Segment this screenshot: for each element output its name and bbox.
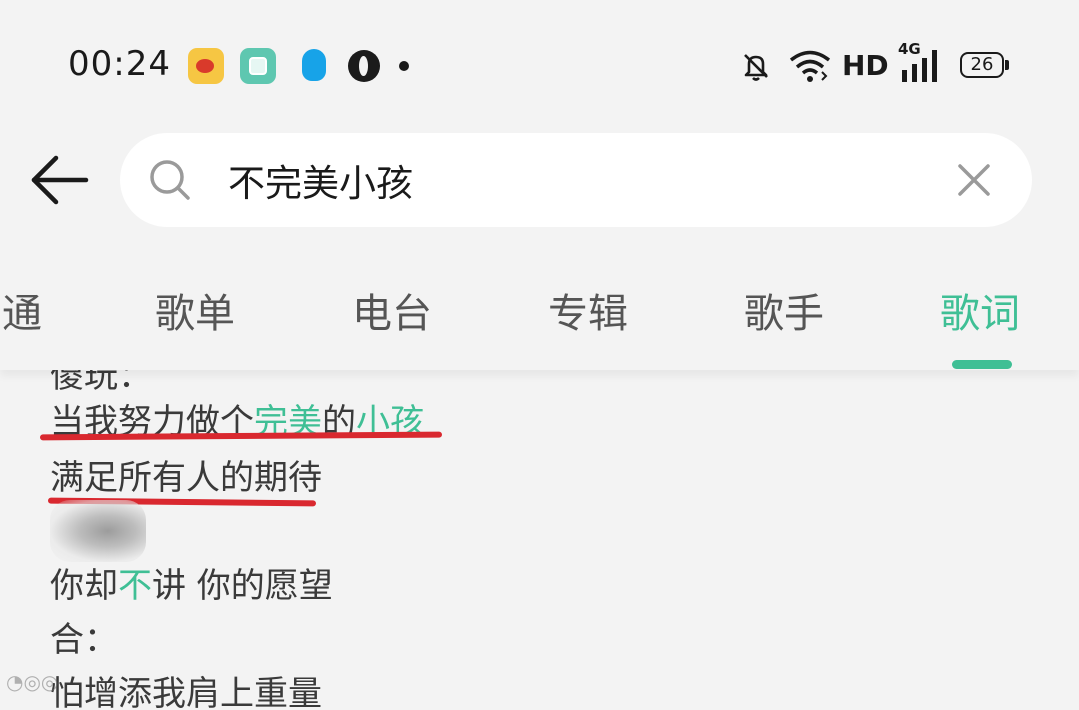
blurred-redaction xyxy=(50,500,146,562)
battery-level: 26 xyxy=(970,54,994,75)
lyric-line: 你却不讲 你的愿望 xyxy=(50,558,333,607)
battery-icon: 26 xyxy=(960,52,1004,78)
tab-active-indicator xyxy=(952,360,1012,369)
notification-dot xyxy=(399,61,409,71)
tab-artists[interactable]: 歌手 xyxy=(744,281,824,339)
wifi-icon xyxy=(789,50,831,82)
tab-playlists[interactable]: 歌单 xyxy=(155,281,235,339)
search-result-tabs: 通 歌单 电台 专辑 歌手 歌词 xyxy=(0,255,1079,370)
lyric-text: 你却 xyxy=(50,566,118,606)
weibo-icon xyxy=(188,48,224,84)
clear-search-icon[interactable] xyxy=(954,160,994,200)
lyric-highlight: 不 xyxy=(118,566,152,606)
status-bar: 00:24 HD 4G 26 xyxy=(0,0,1079,130)
tab-partial[interactable]: 通 xyxy=(2,281,42,339)
tab-albums[interactable]: 专辑 xyxy=(548,281,628,339)
lyric-text: 讲 你的愿望 xyxy=(152,566,333,606)
search-icon xyxy=(150,160,190,200)
tab-radio[interactable]: 电台 xyxy=(352,281,432,339)
square-app-icon xyxy=(240,48,276,84)
status-time: 00:24 xyxy=(68,44,171,84)
lyric-line: 满足所有人的期待 xyxy=(50,458,322,498)
lyric-line: 怕增添我肩上重量 xyxy=(50,674,322,710)
search-box[interactable] xyxy=(120,133,1032,227)
back-arrow-icon[interactable] xyxy=(26,148,90,212)
globe-icon xyxy=(346,48,382,84)
battery-tip xyxy=(1005,60,1009,70)
search-input[interactable] xyxy=(228,153,928,207)
lyric-line: 合： xyxy=(50,620,118,660)
lyrics-result[interactable]: 傻玩： 当我努力做个完美的小孩 满足所有人的期待 你却不讲 你的愿望 合： 怕增… xyxy=(0,340,1079,710)
bell-off-icon xyxy=(744,54,768,81)
hd-label: HD xyxy=(842,49,889,82)
qq-penguin-icon xyxy=(296,48,332,84)
signal-icon xyxy=(902,50,937,82)
watermark-icon: ◔◎◎ xyxy=(6,670,59,694)
tab-lyrics[interactable]: 歌词 xyxy=(940,281,1020,339)
